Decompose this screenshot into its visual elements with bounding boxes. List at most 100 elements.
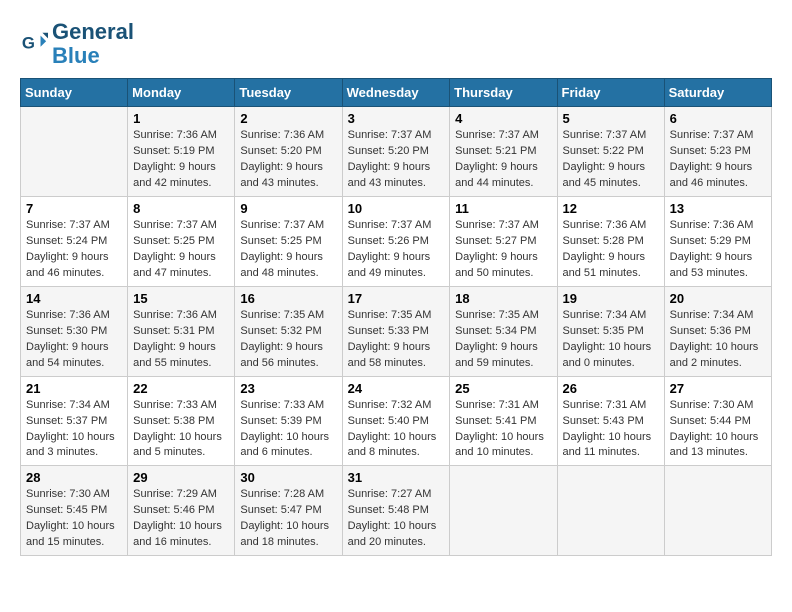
day-info: Sunrise: 7:31 AM Sunset: 5:43 PM Dayligh…: [563, 398, 659, 462]
calendar-cell: 24 Sunrise: 7:32 AM Sunset: 5:40 PM Dayli…: [342, 376, 450, 466]
calendar-cell: 28 Sunrise: 7:30 AM Sunset: 5:45 PM Dayli…: [21, 466, 128, 556]
day-info: Sunrise: 7:32 AM Sunset: 5:40 PM Dayligh…: [348, 398, 445, 462]
day-number: 10: [348, 201, 445, 216]
day-number: 3: [348, 111, 445, 126]
calendar-week-row: 1 Sunrise: 7:36 AM Sunset: 5:19 PM Daylig…: [21, 107, 772, 197]
day-number: 26: [563, 381, 659, 396]
calendar-cell: 30 Sunrise: 7:28 AM Sunset: 5:47 PM Dayli…: [235, 466, 342, 556]
day-info: Sunrise: 7:37 AM Sunset: 5:21 PM Dayligh…: [455, 128, 551, 192]
calendar-cell: 16 Sunrise: 7:35 AM Sunset: 5:32 PM Dayli…: [235, 286, 342, 376]
calendar-cell: [664, 466, 771, 556]
day-info: Sunrise: 7:27 AM Sunset: 5:48 PM Dayligh…: [348, 487, 445, 551]
calendar-cell: 31 Sunrise: 7:27 AM Sunset: 5:48 PM Dayli…: [342, 466, 450, 556]
day-number: 9: [240, 201, 336, 216]
calendar-cell: 14 Sunrise: 7:36 AM Sunset: 5:30 PM Dayli…: [21, 286, 128, 376]
calendar-cell: 27 Sunrise: 7:30 AM Sunset: 5:44 PM Dayli…: [664, 376, 771, 466]
header-sunday: Sunday: [21, 79, 128, 107]
day-number: 23: [240, 381, 336, 396]
calendar-cell: 29 Sunrise: 7:29 AM Sunset: 5:46 PM Dayli…: [128, 466, 235, 556]
day-number: 27: [670, 381, 766, 396]
day-number: 25: [455, 381, 551, 396]
calendar-cell: 21 Sunrise: 7:34 AM Sunset: 5:37 PM Dayli…: [21, 376, 128, 466]
header-friday: Friday: [557, 79, 664, 107]
day-info: Sunrise: 7:36 AM Sunset: 5:29 PM Dayligh…: [670, 218, 766, 282]
day-info: Sunrise: 7:28 AM Sunset: 5:47 PM Dayligh…: [240, 487, 336, 551]
calendar-cell: 19 Sunrise: 7:34 AM Sunset: 5:35 PM Dayli…: [557, 286, 664, 376]
day-info: Sunrise: 7:36 AM Sunset: 5:28 PM Dayligh…: [563, 218, 659, 282]
calendar-table: SundayMondayTuesdayWednesdayThursdayFrid…: [20, 78, 772, 556]
day-info: Sunrise: 7:30 AM Sunset: 5:44 PM Dayligh…: [670, 398, 766, 462]
calendar-cell: 18Sunrise: 7:35 AM Sunset: 5:34 PM Dayli…: [450, 286, 557, 376]
day-number: 1: [133, 111, 229, 126]
calendar-cell: 12Sunrise: 7:36 AM Sunset: 5:28 PM Dayli…: [557, 197, 664, 287]
day-info: Sunrise: 7:37 AM Sunset: 5:26 PM Dayligh…: [348, 218, 445, 282]
header-monday: Monday: [128, 79, 235, 107]
day-number: 21: [26, 381, 122, 396]
day-number: 29: [133, 470, 229, 485]
day-number: 2: [240, 111, 336, 126]
header-tuesday: Tuesday: [235, 79, 342, 107]
day-info: Sunrise: 7:31 AM Sunset: 5:41 PM Dayligh…: [455, 398, 551, 462]
day-number: 11: [455, 201, 551, 216]
logo-text: GeneralBlue: [52, 20, 134, 68]
day-number: 19: [563, 291, 659, 306]
day-info: Sunrise: 7:36 AM Sunset: 5:31 PM Dayligh…: [133, 308, 229, 372]
day-number: 15: [133, 291, 229, 306]
day-info: Sunrise: 7:29 AM Sunset: 5:46 PM Dayligh…: [133, 487, 229, 551]
day-number: 4: [455, 111, 551, 126]
calendar-cell: 10 Sunrise: 7:37 AM Sunset: 5:26 PM Dayli…: [342, 197, 450, 287]
day-info: Sunrise: 7:37 AM Sunset: 5:25 PM Dayligh…: [133, 218, 229, 282]
day-number: 31: [348, 470, 445, 485]
day-info: Sunrise: 7:35 AM Sunset: 5:32 PM Dayligh…: [240, 308, 336, 372]
day-info: Sunrise: 7:37 AM Sunset: 5:22 PM Dayligh…: [563, 128, 659, 192]
calendar-cell: 15 Sunrise: 7:36 AM Sunset: 5:31 PM Dayli…: [128, 286, 235, 376]
header-saturday: Saturday: [664, 79, 771, 107]
day-info: Sunrise: 7:36 AM Sunset: 5:30 PM Dayligh…: [26, 308, 122, 372]
day-info: Sunrise: 7:36 AM Sunset: 5:20 PM Dayligh…: [240, 128, 336, 192]
day-number: 5: [563, 111, 659, 126]
day-number: 16: [240, 291, 336, 306]
calendar-cell: 11 Sunrise: 7:37 AM Sunset: 5:27 PM Dayli…: [450, 197, 557, 287]
page-header: G GeneralBlue: [20, 20, 772, 68]
calendar-cell: 1 Sunrise: 7:36 AM Sunset: 5:19 PM Daylig…: [128, 107, 235, 197]
logo: G GeneralBlue: [20, 20, 134, 68]
day-number: 14: [26, 291, 122, 306]
day-info: Sunrise: 7:37 AM Sunset: 5:25 PM Dayligh…: [240, 218, 336, 282]
calendar-cell: 17Sunrise: 7:35 AM Sunset: 5:33 PM Dayli…: [342, 286, 450, 376]
day-info: Sunrise: 7:37 AM Sunset: 5:24 PM Dayligh…: [26, 218, 122, 282]
day-info: Sunrise: 7:33 AM Sunset: 5:39 PM Dayligh…: [240, 398, 336, 462]
calendar-cell: [450, 466, 557, 556]
calendar-week-row: 14 Sunrise: 7:36 AM Sunset: 5:30 PM Dayli…: [21, 286, 772, 376]
day-info: Sunrise: 7:37 AM Sunset: 5:20 PM Dayligh…: [348, 128, 445, 192]
day-info: Sunrise: 7:30 AM Sunset: 5:45 PM Dayligh…: [26, 487, 122, 551]
day-info: Sunrise: 7:34 AM Sunset: 5:37 PM Dayligh…: [26, 398, 122, 462]
calendar-cell: 23 Sunrise: 7:33 AM Sunset: 5:39 PM Dayli…: [235, 376, 342, 466]
day-number: 24: [348, 381, 445, 396]
calendar-cell: 2 Sunrise: 7:36 AM Sunset: 5:20 PM Daylig…: [235, 107, 342, 197]
calendar-cell: 5 Sunrise: 7:37 AM Sunset: 5:22 PM Daylig…: [557, 107, 664, 197]
header-wednesday: Wednesday: [342, 79, 450, 107]
day-info: Sunrise: 7:37 AM Sunset: 5:23 PM Dayligh…: [670, 128, 766, 192]
calendar-cell: 9 Sunrise: 7:37 AM Sunset: 5:25 PM Daylig…: [235, 197, 342, 287]
day-number: 7: [26, 201, 122, 216]
day-info: Sunrise: 7:34 AM Sunset: 5:36 PM Dayligh…: [670, 308, 766, 372]
logo-icon: G: [20, 30, 48, 58]
header-thursday: Thursday: [450, 79, 557, 107]
calendar-cell: 26 Sunrise: 7:31 AM Sunset: 5:43 PM Dayli…: [557, 376, 664, 466]
calendar-week-row: 21 Sunrise: 7:34 AM Sunset: 5:37 PM Dayli…: [21, 376, 772, 466]
day-number: 30: [240, 470, 336, 485]
calendar-cell: 3 Sunrise: 7:37 AM Sunset: 5:20 PM Daylig…: [342, 107, 450, 197]
calendar-cell: 7 Sunrise: 7:37 AM Sunset: 5:24 PM Daylig…: [21, 197, 128, 287]
day-info: Sunrise: 7:35 AM Sunset: 5:34 PM Dayligh…: [455, 308, 551, 372]
calendar-week-row: 28 Sunrise: 7:30 AM Sunset: 5:45 PM Dayli…: [21, 466, 772, 556]
day-info: Sunrise: 7:36 AM Sunset: 5:19 PM Dayligh…: [133, 128, 229, 192]
day-number: 28: [26, 470, 122, 485]
day-number: 22: [133, 381, 229, 396]
day-info: Sunrise: 7:37 AM Sunset: 5:27 PM Dayligh…: [455, 218, 551, 282]
calendar-cell: 22Sunrise: 7:33 AM Sunset: 5:38 PM Dayli…: [128, 376, 235, 466]
day-number: 6: [670, 111, 766, 126]
day-info: Sunrise: 7:34 AM Sunset: 5:35 PM Dayligh…: [563, 308, 659, 372]
calendar-cell: [557, 466, 664, 556]
calendar-cell: 20Sunrise: 7:34 AM Sunset: 5:36 PM Dayli…: [664, 286, 771, 376]
day-number: 8: [133, 201, 229, 216]
